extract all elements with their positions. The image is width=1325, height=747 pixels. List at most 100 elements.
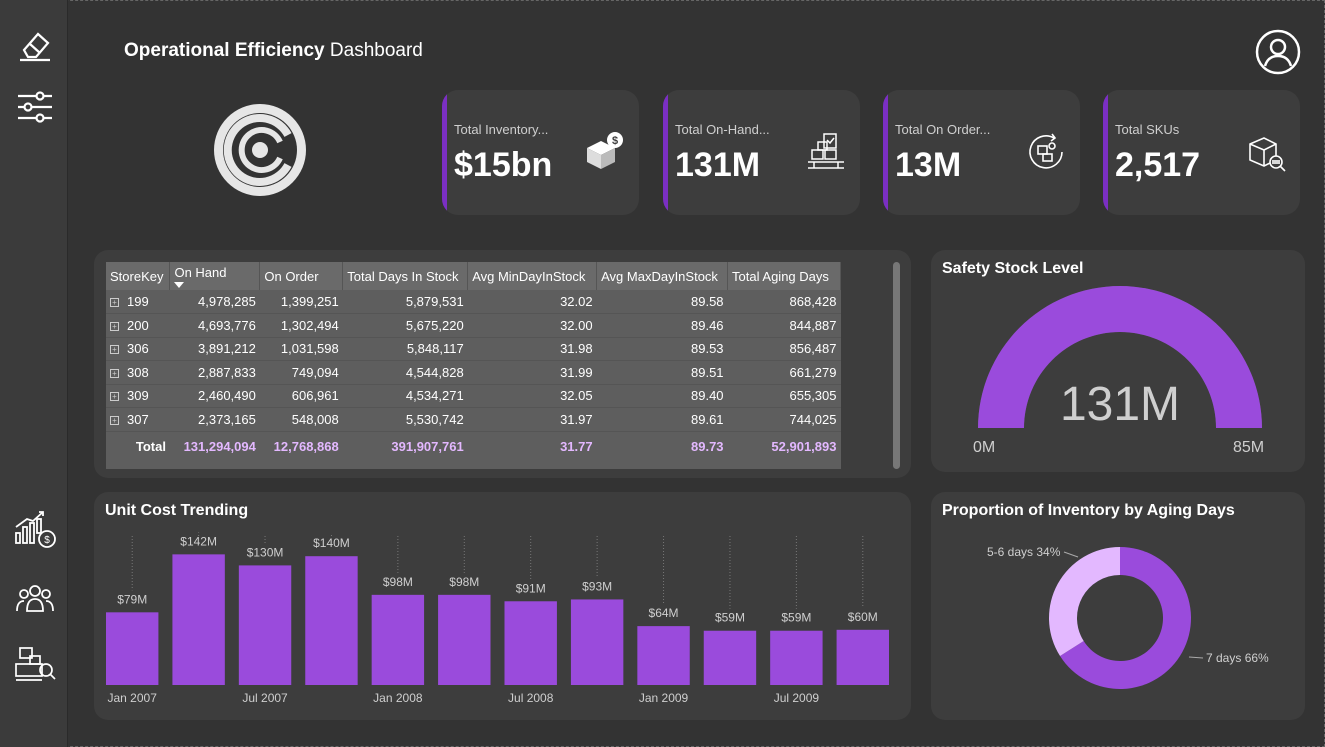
- kpi-card-total-on-hand[interactable]: Total On-Hand... 131M: [663, 90, 860, 215]
- donut-slice-label: 7 days 66%: [1206, 651, 1269, 665]
- column-header-label: On Hand: [174, 264, 227, 280]
- table-cell: 31.97: [467, 407, 597, 432]
- total-cell: 391,907,761: [342, 430, 468, 462]
- table-cell: 89.58: [596, 290, 728, 314]
- sort-descending-icon: [174, 281, 185, 288]
- total-cell: 12,768,868: [259, 430, 343, 462]
- bar-data-label: $59M: [781, 611, 811, 625]
- table-cell: 32.05: [467, 384, 597, 408]
- table-cell: 868,428: [727, 290, 841, 314]
- table-row[interactable]: +200 4,693,776 1,302,494 5,675,220 32.00 89.4…: [106, 313, 841, 338]
- bar: [106, 612, 159, 685]
- table-cell: 89.51: [596, 360, 728, 385]
- bar: [305, 556, 358, 685]
- expand-row-icon[interactable]: +: [110, 392, 119, 402]
- column-header-avg-min-day[interactable]: Avg MinDayInStock: [467, 262, 598, 290]
- bar: [637, 626, 690, 685]
- table-cell: 5,879,531: [342, 290, 468, 314]
- kpi-card-total-on-order[interactable]: Total On Order... 13M: [883, 90, 1080, 215]
- cell-storekey: +308: [106, 360, 170, 385]
- table-body: +199 4,978,285 1,399,251 5,879,531 32.02 89.5…: [106, 290, 841, 462]
- bar-data-label: $142M: [180, 534, 217, 548]
- column-header-total-aging-days[interactable]: Total Aging Days: [727, 262, 841, 290]
- expand-row-icon[interactable]: +: [110, 415, 119, 425]
- cell-storekey: +306: [106, 337, 170, 361]
- table-cell: 89.61: [596, 407, 728, 432]
- bar-data-label: $91M: [516, 581, 546, 595]
- x-tick-label: Jan 2009: [639, 691, 689, 705]
- kpi-label: Total On Order...: [895, 122, 991, 137]
- eraser-icon[interactable]: [12, 22, 58, 68]
- bar: [371, 594, 425, 685]
- filter-sliders-icon[interactable]: [12, 84, 58, 130]
- table-cell: 606,961: [259, 384, 343, 408]
- table-cell: 32.02: [467, 290, 597, 314]
- table-cell: 548,008: [259, 407, 343, 432]
- table-cell: 2,460,490: [169, 384, 260, 408]
- table-scrollbar[interactable]: [893, 262, 900, 469]
- cell-storekey: +200: [106, 313, 170, 338]
- cell-text: 308: [127, 364, 149, 380]
- people-icon[interactable]: [12, 576, 58, 622]
- expand-row-icon[interactable]: +: [110, 298, 119, 308]
- table-row[interactable]: +309 2,460,490 606,961 4,534,271 32.05 89.40 6…: [106, 384, 841, 408]
- finance-chart-icon[interactable]: $: [12, 506, 58, 552]
- inventory-search-icon[interactable]: [12, 642, 58, 688]
- cell-text: 307: [127, 411, 149, 427]
- boxes-on-cart-icon: [804, 130, 848, 174]
- total-cell: 52,901,893: [727, 430, 841, 462]
- kpi-value: 131M: [675, 146, 761, 184]
- cell-text: 199: [127, 294, 149, 309]
- table-cell: 4,978,285: [169, 290, 260, 314]
- cell-text: 200: [127, 317, 149, 333]
- card-accent-bar: [442, 90, 447, 215]
- bar: [703, 630, 757, 685]
- column-header-total-days-in-stock[interactable]: Total Days In Stock: [342, 262, 469, 290]
- expand-row-icon[interactable]: +: [110, 321, 119, 331]
- table-row[interactable]: +308 2,887,833 749,094 4,544,828 31.99 89.51 6…: [106, 360, 841, 385]
- donut-slice: [1049, 547, 1120, 657]
- user-account-icon[interactable]: [1254, 28, 1302, 76]
- table-row[interactable]: +199 4,978,285 1,399,251 5,879,531 32.02 89.5…: [106, 290, 841, 314]
- kpi-card-total-inventory[interactable]: Total Inventory... $15bn $: [442, 90, 639, 215]
- table-cell: 3,891,212: [169, 337, 260, 361]
- page-title-rest: Dashboard: [324, 40, 423, 61]
- table-cell: 4,693,776: [169, 313, 260, 338]
- card-accent-bar: [663, 90, 668, 215]
- package-scan-icon: [1244, 130, 1288, 174]
- kpi-card-total-skus[interactable]: Total SKUs 2,517: [1103, 90, 1300, 215]
- bar: [504, 601, 557, 685]
- cell-storekey: +199: [106, 290, 170, 314]
- x-tick-label: Jul 2007: [242, 691, 288, 705]
- bar-data-label: $64M: [649, 606, 679, 620]
- kpi-label: Total On-Hand...: [675, 122, 770, 137]
- bar: [238, 565, 292, 685]
- bar-data-label: $98M: [383, 575, 413, 589]
- cell-storekey: +309: [106, 384, 170, 408]
- total-cell: 131,294,094: [169, 430, 260, 462]
- table-cell: 4,534,271: [342, 384, 468, 408]
- x-tick-label: Jan 2007: [108, 691, 158, 705]
- store-inventory-table[interactable]: StoreKey On Hand On Order Total Days In …: [106, 262, 841, 469]
- table-row[interactable]: +307 2,373,165 548,008 5,530,742 31.97 89.61 7…: [106, 407, 841, 432]
- column-header-avg-max-day[interactable]: Avg MaxDayInStock: [596, 262, 729, 290]
- expand-row-icon[interactable]: +: [110, 345, 119, 355]
- column-header-on-order[interactable]: On Order: [259, 262, 344, 290]
- table-total-row: Total 131,294,094 12,768,868 391,907,761 31.…: [106, 430, 841, 462]
- kpi-value: 2,517: [1115, 146, 1201, 184]
- kpi-value: $15bn: [454, 146, 553, 184]
- x-tick-label: Jul 2009: [774, 691, 820, 705]
- table-cell: 89.53: [596, 337, 728, 361]
- column-header-storekey[interactable]: StoreKey: [106, 262, 171, 290]
- card-accent-bar: [883, 90, 888, 215]
- table-row[interactable]: +306 3,891,212 1,031,598 5,848,117 31.98 89.5…: [106, 337, 841, 361]
- page-title-bold: Operational Efficiency: [124, 40, 325, 61]
- bar: [438, 594, 491, 685]
- column-header-on-hand[interactable]: On Hand: [169, 262, 261, 290]
- table-cell: 1,031,598: [259, 337, 343, 361]
- table-cell: 844,887: [727, 313, 841, 338]
- expand-row-icon[interactable]: +: [110, 368, 119, 378]
- table-cell: 749,094: [259, 360, 343, 385]
- matrix-table: StoreKey On Hand On Order Total Days In …: [106, 262, 841, 462]
- bar: [836, 629, 889, 685]
